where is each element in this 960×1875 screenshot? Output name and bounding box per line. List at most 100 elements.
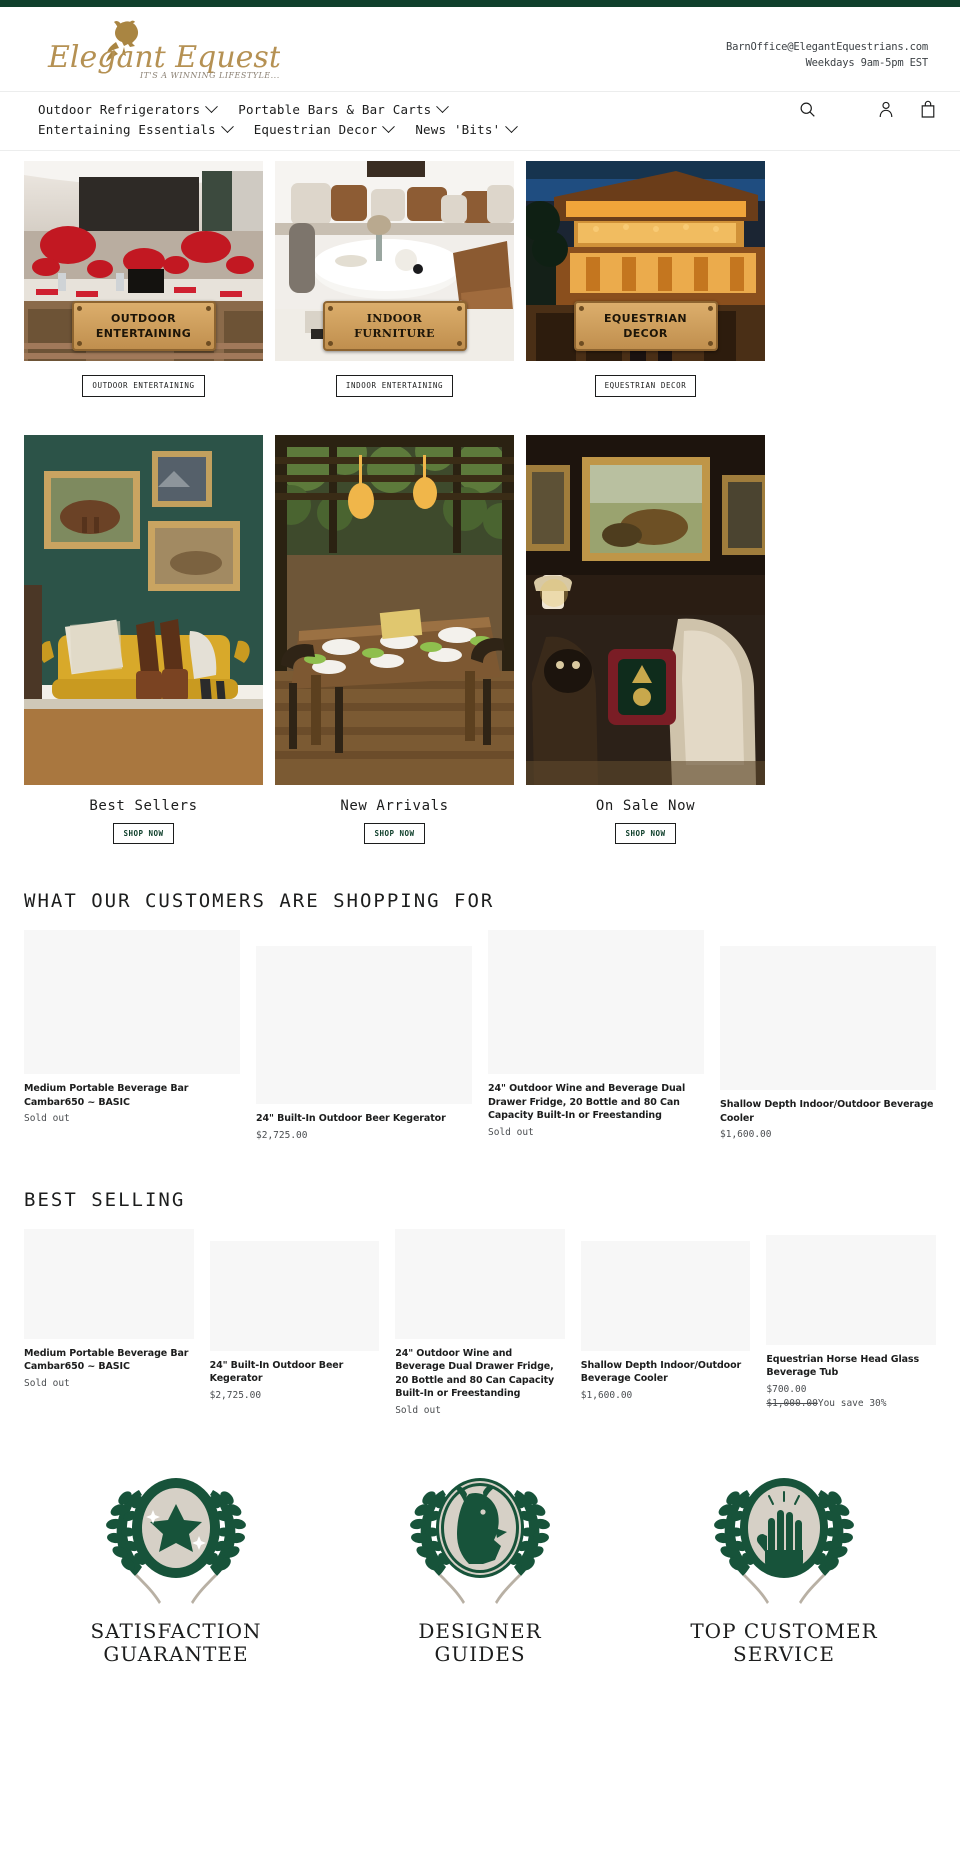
- collection-title: On Sale Now: [595, 797, 696, 814]
- plaque-line-1: INDOOR: [366, 312, 423, 325]
- category-banner-row: OUTDOOR ENTERTAINING OUTDOOR ENTERTAININ…: [24, 161, 936, 397]
- collection-shop-now-button[interactable]: SHOP NOW: [364, 822, 425, 844]
- banner-plaque: OUTDOOR ENTERTAINING: [71, 301, 216, 351]
- product-price: Sold out: [24, 1113, 70, 1124]
- product-grid-best-selling: Medium Portable Beverage Bar Cambar650 ~…: [0, 1228, 960, 1418]
- category-banner-indoor-furniture[interactable]: INDOOR FURNITURE INDOOR ENTERTAINING: [275, 161, 514, 397]
- contact-email[interactable]: BarnOffice@ElegantEquestrians.com: [726, 39, 928, 55]
- product-price: Sold out: [488, 1126, 534, 1138]
- product-savings: You save 30%: [817, 1397, 887, 1409]
- banner-button-outdoor-entertaining[interactable]: OUTDOOR ENTERTAINING: [82, 375, 205, 397]
- product-title: Equestrian Horse Head Glass Beverage Tub: [766, 1353, 920, 1379]
- trust-badge-row: SATISFACTION GUARANTEE DESIGNER GUIDES T…: [0, 1472, 960, 1666]
- product-card[interactable]: 24" Outdoor Wine and Beverage Dual Drawe…: [488, 930, 704, 1140]
- collection-image-art: [275, 434, 514, 785]
- nav-item-label: Equestrian Decor: [253, 122, 378, 137]
- plaque-line-2: DECOR: [623, 327, 668, 340]
- nav-link-list: Outdoor Refrigerators Portable Bars & Ba…: [24, 98, 624, 142]
- trust-badge-designer-guides: DESIGNER GUIDES: [328, 1472, 632, 1666]
- banner-button-equestrian-decor[interactable]: EQUESTRIAN DECOR: [594, 375, 697, 397]
- product-card[interactable]: Shallow Depth Indoor/Outdoor Beverage Co…: [580, 1240, 751, 1403]
- collection-card-on-sale-now[interactable]: On Sale Now SHOP NOW: [526, 434, 765, 844]
- chevron-down-icon: [205, 100, 219, 114]
- product-card[interactable]: 24" Built-In Outdoor Beer Kegerator $2,7…: [256, 946, 472, 1143]
- search-icon[interactable]: [799, 101, 816, 122]
- category-banner-section: OUTDOOR ENTERTAINING OUTDOOR ENTERTAININ…: [0, 161, 960, 397]
- banner-photo[interactable]: INDOOR FURNITURE: [275, 161, 514, 361]
- collection-image-art: [24, 434, 263, 785]
- trust-badge-line-2: GUARANTEE: [103, 1641, 249, 1666]
- nav-item-portable-bars[interactable]: Portable Bars & Bar Carts: [238, 100, 450, 117]
- product-card[interactable]: Shallow Depth Indoor/Outdoor Beverage Co…: [720, 946, 936, 1142]
- product-title: Shallow Depth Indoor/Outdoor Beverage Co…: [580, 1359, 742, 1385]
- product-sale-price: $700.00: [766, 1383, 807, 1395]
- trust-badge-label: TOP CUSTOMER SERVICE: [632, 1618, 936, 1666]
- product-price: $1,600.00: [720, 1129, 772, 1140]
- collection-title: New Arrivals: [340, 797, 449, 814]
- product-image-placeholder[interactable]: [209, 1240, 380, 1351]
- product-title: Medium Portable Beverage Bar Cambar650 ~…: [24, 1347, 189, 1373]
- product-title: 24" Built-In Outdoor Beer Kegerator: [256, 1113, 446, 1124]
- collection-image[interactable]: [526, 434, 765, 785]
- nav-item-outdoor-refrigerators[interactable]: Outdoor Refrigerators: [38, 100, 219, 117]
- product-image-placeholder[interactable]: [720, 946, 936, 1090]
- cart-icon[interactable]: [920, 100, 936, 122]
- banner-photo[interactable]: OUTDOOR ENTERTAINING: [24, 161, 263, 361]
- product-title: 24" Built-In Outdoor Beer Kegerator: [209, 1359, 344, 1385]
- trust-badge-top-customer-service: TOP CUSTOMER SERVICE: [632, 1472, 936, 1666]
- banner-photo[interactable]: EQUESTRIAN DECOR: [526, 161, 765, 361]
- site-logo[interactable]: Elegant Equestrians IT'S A WINNING LIFES…: [24, 13, 280, 81]
- nav-item-label: Entertaining Essentials: [38, 122, 216, 137]
- product-card[interactable]: Equestrian Horse Head Glass Beverage Tub…: [766, 1234, 936, 1411]
- collection-card-best-sellers[interactable]: Best Sellers SHOP NOW: [24, 434, 263, 844]
- nav-item-news-bits[interactable]: News 'Bits': [415, 120, 519, 137]
- nav-item-equestrian-decor[interactable]: Equestrian Decor: [253, 120, 396, 137]
- product-card[interactable]: Medium Portable Beverage Bar Cambar650 ~…: [24, 930, 240, 1126]
- chevron-down-icon: [382, 120, 396, 134]
- product-image-placeholder[interactable]: [488, 930, 704, 1074]
- product-image-placeholder[interactable]: [24, 930, 240, 1074]
- product-grid-shopping-for: Medium Portable Beverage Bar Cambar650 ~…: [0, 930, 960, 1143]
- product-price: Sold out: [24, 1377, 70, 1389]
- product-price: $700.00 $1,000.00You save 30%: [766, 1383, 936, 1411]
- product-image-placeholder[interactable]: [395, 1228, 565, 1339]
- section-heading-shopping-for: WHAT OUR CUSTOMERS ARE SHOPPING FOR: [24, 890, 495, 912]
- collection-title: Best Sellers: [89, 797, 198, 814]
- collection-image[interactable]: [24, 434, 263, 785]
- nav-item-label: News 'Bits': [415, 122, 501, 137]
- trust-badge-line-2: GUIDES: [434, 1641, 526, 1666]
- product-card[interactable]: 24" Outdoor Wine and Beverage Dual Drawe…: [395, 1228, 565, 1418]
- product-image-placeholder[interactable]: [766, 1234, 936, 1345]
- laurel-horse-seal-icon: [410, 1477, 550, 1604]
- category-banner-equestrian-decor[interactable]: EQUESTRIAN DECOR EQUESTRIAN DECOR: [526, 161, 765, 397]
- plaque-line-1: EQUESTRIAN: [603, 312, 688, 325]
- trust-badge-line-1: SATISFACTION: [90, 1618, 262, 1643]
- banner-plaque: EQUESTRIAN DECOR: [573, 301, 718, 351]
- section-heading-best-selling: BEST SELLING: [24, 1188, 186, 1211]
- product-card[interactable]: 24" Built-In Outdoor Beer Kegerator $2,7…: [209, 1240, 380, 1403]
- chevron-down-icon: [505, 120, 519, 134]
- product-price: $2,725.00: [256, 1129, 308, 1141]
- trust-badge-line-1: TOP CUSTOMER: [690, 1618, 878, 1643]
- plaque-line-2: ENTERTAINING: [95, 327, 192, 340]
- contact-hours: Weekdays 9am-5pm EST: [805, 57, 929, 69]
- product-image-placeholder[interactable]: [24, 1228, 194, 1339]
- product-image-placeholder[interactable]: [580, 1240, 751, 1351]
- chevron-down-icon: [436, 100, 450, 114]
- laurel-hand-seal-icon: [714, 1477, 854, 1604]
- banner-button-indoor-entertaining[interactable]: INDOOR ENTERTAINING: [335, 375, 454, 397]
- account-icon[interactable]: [878, 100, 894, 122]
- collection-image[interactable]: [275, 434, 514, 785]
- laurel-star-seal-icon: [106, 1477, 246, 1604]
- collection-card-new-arrivals[interactable]: New Arrivals SHOP NOW: [275, 434, 514, 844]
- product-image-placeholder[interactable]: [256, 946, 472, 1104]
- product-price: $1,600.00: [580, 1389, 633, 1401]
- category-banner-outdoor-entertaining[interactable]: OUTDOOR ENTERTAINING OUTDOOR ENTERTAININ…: [24, 161, 263, 397]
- collection-shop-now-button[interactable]: SHOP NOW: [113, 822, 174, 844]
- nav-item-entertaining-essentials[interactable]: Entertaining Essentials: [38, 120, 234, 137]
- collection-shop-now-button[interactable]: SHOP NOW: [615, 822, 676, 844]
- product-title: Shallow Depth Indoor/Outdoor Beverage Co…: [720, 1099, 934, 1124]
- product-card[interactable]: Medium Portable Beverage Bar Cambar650 ~…: [24, 1228, 194, 1391]
- trust-badge-line-1: DESIGNER: [418, 1618, 542, 1643]
- trust-badge-line-2: SERVICE: [733, 1641, 835, 1666]
